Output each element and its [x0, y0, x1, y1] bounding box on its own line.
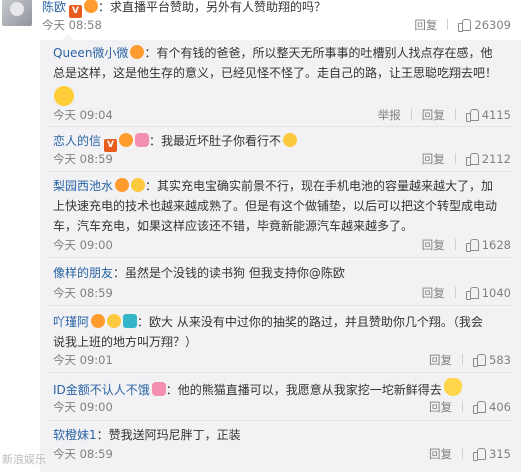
- cat-emoji-icon: [443, 378, 462, 396]
- thumb-up-icon: [473, 354, 487, 367]
- reply-text: 车，汽车充电，如果这样应该还不错，毕竟新能源汽车越来越多了。: [53, 219, 414, 233]
- reply-text: 上快速充电的技术也越来越成熟了。但是有这个做铺垫，以后可以把这个转型成电动: [53, 199, 498, 213]
- reply-button[interactable]: 回复: [429, 353, 452, 367]
- thumb-up-icon: [465, 239, 479, 252]
- reply-time: 今天 08:59: [53, 152, 113, 166]
- like-button[interactable]: 4115: [465, 108, 511, 122]
- like-button[interactable]: 2112: [465, 152, 511, 166]
- badge-icon: [135, 133, 150, 147]
- vip-icon: [115, 178, 130, 192]
- vip-icon: [130, 45, 145, 59]
- reply-text: 总是这样，这是他生存的意义，已经见怪不怪了。走自己的路，让王思聪吃翔去吧！: [53, 66, 498, 80]
- reply-text: ：赞我送阿玛尼胖丁，正装: [96, 428, 241, 442]
- divider: [48, 420, 513, 421]
- like-count: 4115: [481, 108, 511, 122]
- like-count: 1040: [481, 286, 511, 300]
- reply-text: ：欧大 从来没有中过你的抽奖的路过，并且赞助你几个翔。（我会: [137, 315, 483, 329]
- divider: [48, 171, 513, 172]
- main-like-count: 26309: [474, 18, 511, 32]
- thumb-up-icon: [458, 19, 472, 32]
- reply-button[interactable]: 回复: [422, 238, 445, 252]
- reply-username[interactable]: 像样的朋友: [53, 266, 113, 280]
- like-count: 2112: [481, 152, 511, 166]
- divider: [48, 372, 513, 373]
- reply-username[interactable]: 梨园西池水: [53, 179, 113, 193]
- reply-text: ：有个有钱的爸爸，所以整天无所事事的吐槽别人找点存在感，他: [144, 46, 493, 60]
- like-button[interactable]: 1628: [465, 238, 511, 252]
- thumb-up-icon: [465, 109, 479, 122]
- vip-icon: [119, 133, 134, 147]
- like-button[interactable]: 1040: [465, 286, 511, 300]
- reply-button[interactable]: 回复: [422, 286, 445, 300]
- vip-icon: [84, 0, 99, 13]
- reply-text: ：虽然是个没钱的读书狗 但我支持你@陈欧: [113, 266, 345, 280]
- reply-text: ：他的熊猫直播可以，我愿意从我家挖一坨新鲜得去: [165, 383, 442, 397]
- divider: [48, 305, 513, 306]
- like-count: 583: [489, 353, 511, 367]
- vip-icon: [91, 314, 106, 328]
- reply-time: 今天 09:00: [53, 400, 113, 414]
- thumb-up-icon: [473, 401, 487, 414]
- camera-icon: [123, 314, 138, 328]
- like-count: 406: [489, 400, 511, 414]
- divider: [48, 126, 513, 127]
- like-count: 315: [489, 447, 511, 461]
- reply-time: 今天 09:04: [53, 108, 113, 122]
- reply-username[interactable]: 软橙妹1: [53, 428, 97, 442]
- reply-username[interactable]: 恋人的信: [53, 134, 101, 148]
- reply-time: 今天 09:01: [53, 353, 113, 367]
- main-reply-button[interactable]: 回复: [414, 18, 437, 32]
- reply-button[interactable]: 回复: [429, 400, 452, 414]
- reply-username[interactable]: Queen微小微: [53, 46, 128, 60]
- reply-button[interactable]: 回复: [422, 108, 445, 122]
- main-username[interactable]: 陈欧: [42, 0, 66, 14]
- main-like-button[interactable]: 26309: [458, 18, 511, 32]
- thumb-up-icon: [465, 287, 479, 300]
- reply-time: 今天 08:59: [53, 286, 113, 300]
- emoji-icon: [283, 133, 298, 147]
- emoji-icon: [107, 314, 122, 328]
- main-comment-text: ：求直播平台赞助，另外有人赞助翔的吗？: [98, 0, 327, 14]
- replies-list: Queen微小微 ：有个有钱的爸爸，所以整天无所事事的吐槽别人找点存在感，他 总是…: [40, 34, 521, 472]
- reply-username[interactable]: ID金额不认人不饿: [53, 383, 150, 397]
- divider: [48, 257, 513, 258]
- emoji-icon: [131, 178, 146, 192]
- like-button[interactable]: 315: [473, 447, 511, 461]
- thumb-up-icon: [465, 153, 479, 166]
- main-time: 今天 08:58: [42, 18, 102, 32]
- avatar[interactable]: [2, 0, 32, 26]
- like-count: 1628: [481, 238, 511, 252]
- reply-text: ：其实充电宝确实前景不行，现在手机电池的容量越来越大了，加: [145, 179, 494, 193]
- reply-time: 今天 08:59: [53, 447, 113, 461]
- thumb-up-icon: [473, 448, 487, 461]
- reply-text: 说我上班的地方叫万翔？）: [53, 335, 198, 349]
- reply-text: ：我最近坏肚子你看行不: [149, 134, 282, 148]
- like-button[interactable]: 406: [473, 400, 511, 414]
- reply-button[interactable]: 回复: [429, 447, 452, 461]
- badge-icon: [151, 382, 166, 396]
- reply-username[interactable]: 吖瑾阿: [53, 315, 89, 329]
- watermark: 新浪娱乐: [2, 453, 46, 466]
- report-button[interactable]: 举报: [378, 108, 401, 122]
- like-button[interactable]: 583: [473, 353, 511, 367]
- reply-time: 今天 09:00: [53, 238, 113, 252]
- main-comment: 陈欧 V ：求直播平台赞助，另外有人赞助翔的吗？ 今天 08:58 回复 26309: [0, 0, 521, 40]
- reply-button[interactable]: 回复: [422, 152, 445, 166]
- emoji-icon: [54, 86, 74, 106]
